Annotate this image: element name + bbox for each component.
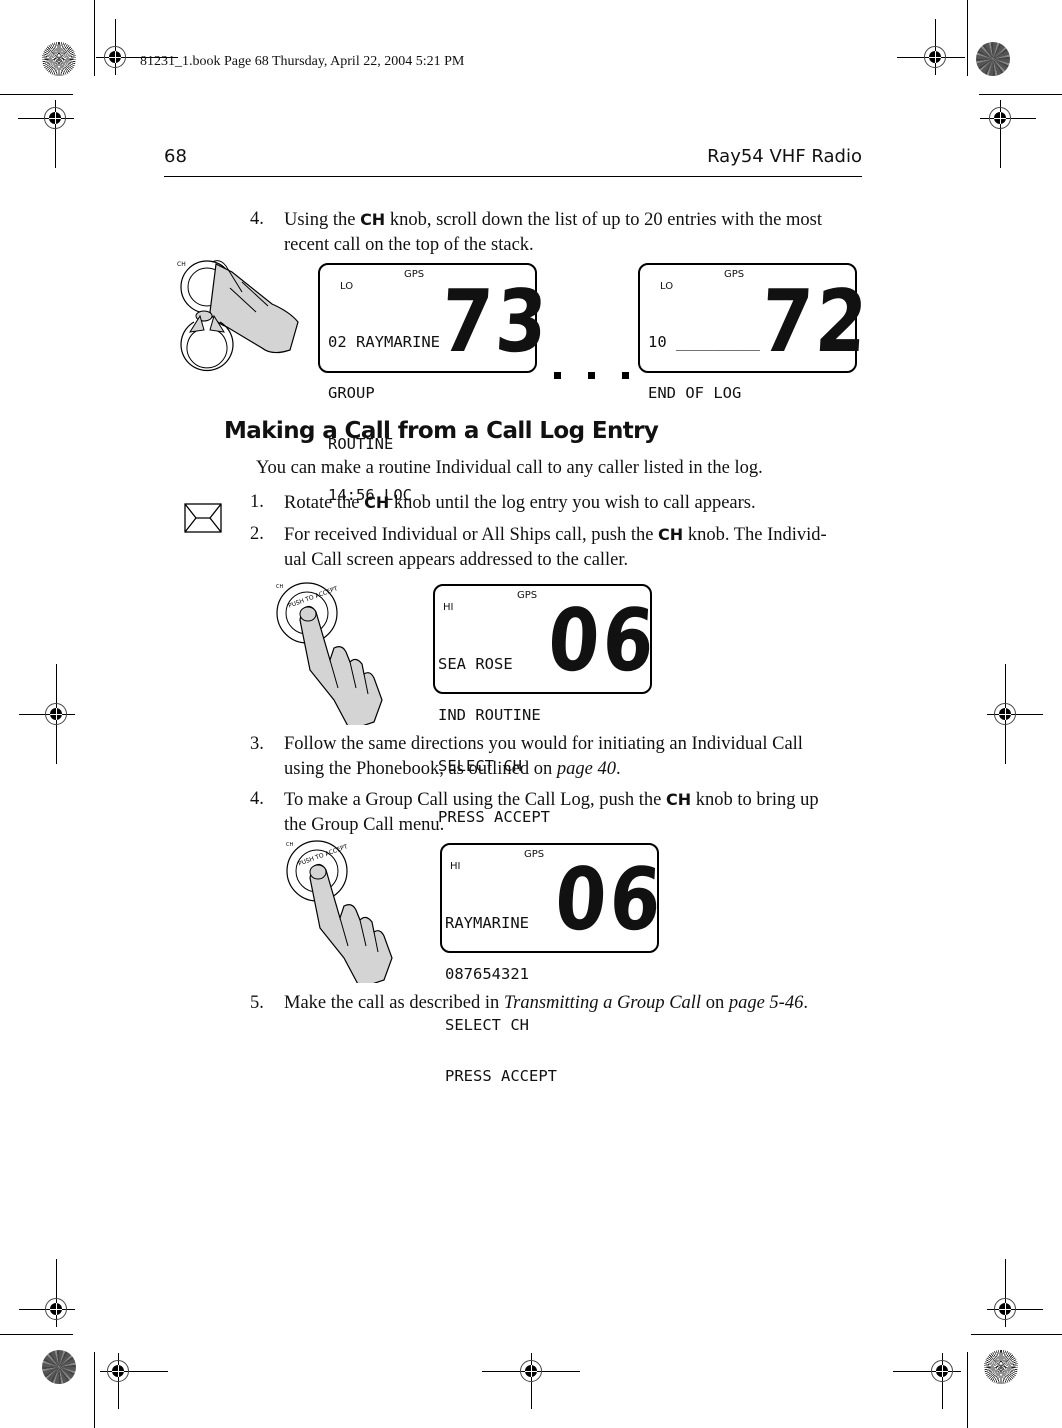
- lcd-text: 10 _________ END OF LOG: [648, 333, 760, 402]
- crop-mark: [94, 1352, 95, 1428]
- crop-mark: [971, 1334, 1062, 1335]
- envelope-icon: [184, 503, 222, 533]
- power-indicator: LO: [660, 281, 674, 292]
- page-reference-link[interactable]: page 5-46: [729, 993, 804, 1013]
- ch-key-label: CH: [666, 790, 692, 809]
- crop-mark: [967, 1352, 968, 1428]
- power-indicator: LO: [340, 281, 354, 292]
- channel-number: 06: [552, 850, 667, 950]
- page-number: 68: [164, 146, 187, 167]
- header-rule: [164, 176, 862, 177]
- crop-mark: [979, 94, 1062, 95]
- gps-indicator: GPS: [724, 269, 745, 280]
- lcd-screen: GPS LO 02 RAYMARINE GROUP ROUTINE 14:56 …: [318, 263, 553, 504]
- crop-mark: [0, 94, 73, 95]
- color-bar-swatch-icon: [42, 42, 76, 76]
- running-title: Ray54 VHF Radio: [707, 146, 862, 167]
- power-indicator: HI: [450, 861, 461, 872]
- section-title: Making a Call from a Call Log Entry: [224, 418, 659, 444]
- crop-mark: [94, 0, 95, 76]
- section-intro: You can make a routine Individual call t…: [256, 458, 763, 478]
- power-indicator: HI: [443, 602, 454, 613]
- step-number: 4.: [250, 209, 264, 229]
- knob-ch-label: CH: [276, 584, 283, 590]
- color-bar-swatch-icon: [976, 42, 1010, 76]
- section-reference-link[interactable]: Transmitting a Group Call: [504, 993, 701, 1013]
- knob-ch-label: CH: [286, 842, 293, 848]
- ch-key-label: CH: [360, 210, 386, 229]
- hand-pressing-knob-icon: CH PUSH TO ACCEPT: [286, 840, 393, 983]
- ch-key-label: CH: [364, 493, 390, 512]
- lcd-screen: GPS LO 10 _________ END OF LOG 72: [638, 263, 873, 402]
- color-bar-swatch-icon: [42, 1350, 76, 1384]
- lcd-screen: GPS HI RAYMARINE 087654321 SELECT CH PRE…: [440, 843, 667, 1085]
- print-slug: 81231_1.book Page 68 Thursday, April 22,…: [140, 54, 465, 69]
- channel-number: 73: [438, 272, 553, 372]
- hand-rotating-knob-icon: CH: [177, 260, 299, 372]
- color-bar-swatch-icon: [984, 1350, 1018, 1384]
- hand-pressing-knob-icon: CH PUSH TO ACCEPT: [276, 582, 383, 725]
- knob-ch-label: CH: [177, 261, 186, 268]
- channel-number: 06: [545, 591, 660, 691]
- channel-number: 72: [758, 272, 873, 372]
- gps-indicator: GPS: [404, 269, 425, 280]
- page-reference-link[interactable]: page 40: [557, 759, 616, 779]
- crop-mark: [0, 1334, 73, 1335]
- ch-key-label: CH: [658, 525, 684, 544]
- gps-indicator: GPS: [524, 849, 545, 860]
- gps-indicator: GPS: [517, 590, 538, 601]
- crop-mark: [967, 0, 968, 76]
- lcd-screen: GPS HI SEA ROSE IND ROUTINE SELECT CH PR…: [433, 584, 660, 826]
